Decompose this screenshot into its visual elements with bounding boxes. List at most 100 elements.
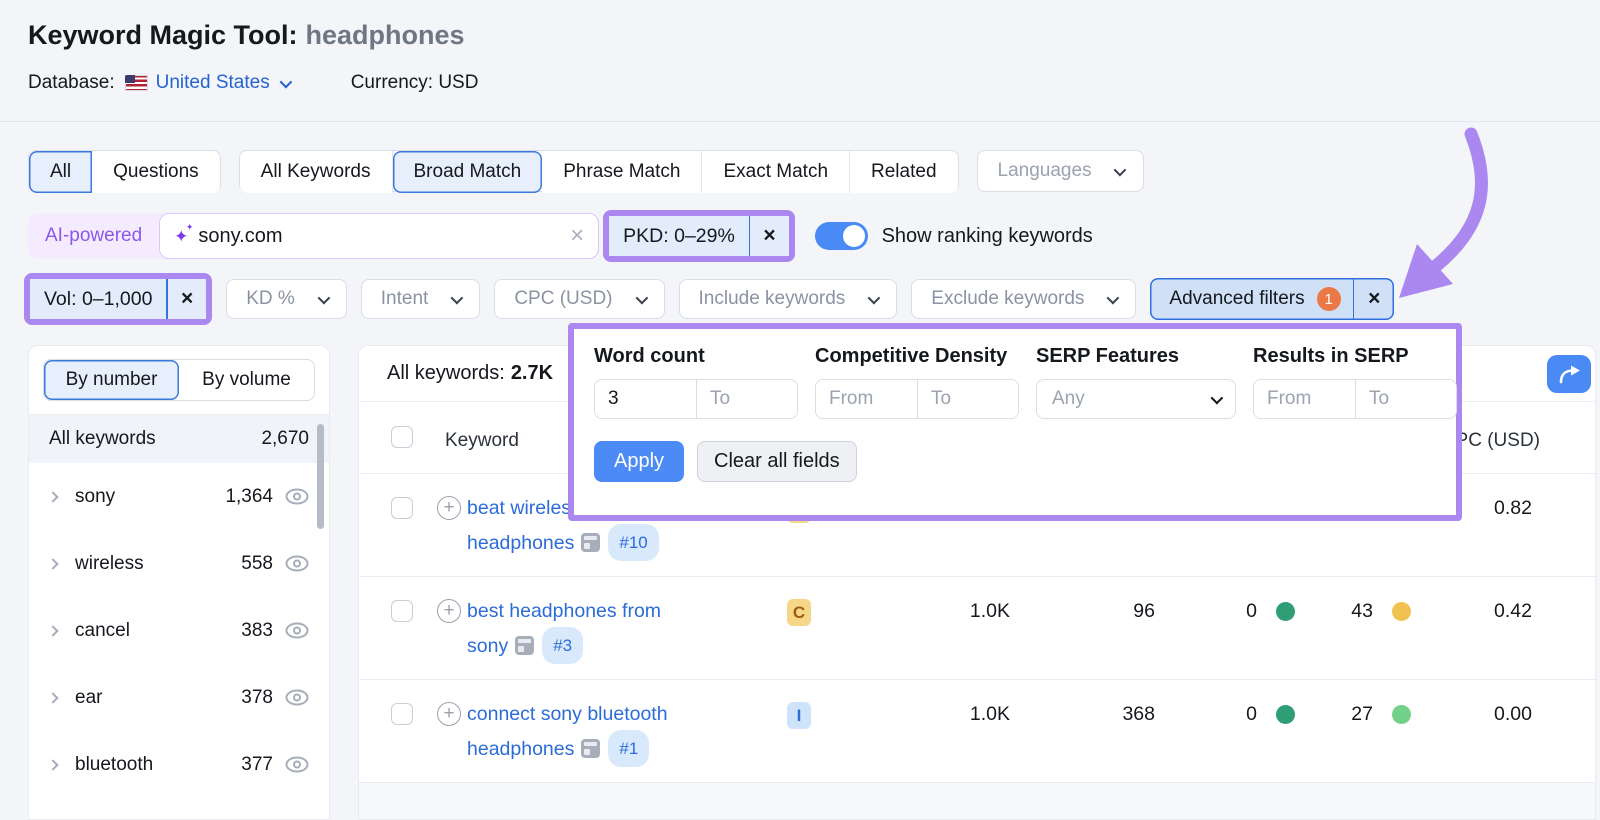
- panel-fields: Word count Competitive Density SERP Feat…: [594, 345, 1436, 419]
- panel-actions: Apply Clear all fields: [594, 441, 1436, 482]
- volume-value: 1.0K: [970, 703, 1010, 726]
- chevron-down-icon: [451, 291, 464, 304]
- database-select[interactable]: United States: [156, 72, 289, 94]
- column-header-keyword: Keyword: [445, 430, 519, 452]
- group-label: ear: [75, 687, 241, 709]
- serp-features-select[interactable]: Any: [1036, 379, 1236, 419]
- serp-features-label: SERP Features: [1036, 345, 1236, 368]
- tab-broad-match[interactable]: Broad Match: [393, 151, 543, 193]
- tab-all-keywords[interactable]: All Keywords: [240, 151, 393, 193]
- group-label: cancel: [75, 620, 241, 642]
- us-flag-icon: [125, 75, 148, 91]
- pkd-filter-chip: PKD: 0–29% ×: [609, 216, 788, 256]
- word-count-from-input[interactable]: [595, 380, 696, 418]
- cpc-filter-label: CPC (USD): [514, 288, 612, 310]
- group-item-wireless[interactable]: wireless 558: [29, 530, 329, 597]
- sidebar-scrollbar[interactable]: [317, 424, 324, 529]
- chevron-down-icon: [868, 291, 881, 304]
- kd-value: 27: [1351, 703, 1373, 726]
- tab-questions[interactable]: Questions: [92, 151, 220, 193]
- tab-all[interactable]: All: [29, 151, 92, 193]
- status-dot: [1276, 705, 1295, 724]
- tab-broad-match-label: Broad Match: [414, 161, 522, 183]
- keyword-link[interactable]: connect sony bluetooth headphones#1: [467, 699, 685, 767]
- tab-exact-match[interactable]: Exact Match: [702, 151, 850, 193]
- database-value: United States: [156, 72, 270, 94]
- group-count: 377: [241, 754, 273, 776]
- scope-tab-group: All Questions: [28, 150, 221, 192]
- group-item-bluetooth[interactable]: bluetooth 377: [29, 731, 329, 798]
- eye-icon[interactable]: [285, 756, 309, 773]
- keyword-link[interactable]: best headphones from sony#3: [467, 596, 685, 664]
- header-divider: [0, 121, 1600, 122]
- results-to-input[interactable]: [1355, 380, 1456, 418]
- clear-all-fields-button[interactable]: Clear all fields: [697, 441, 857, 482]
- row-checkbox[interactable]: [391, 703, 413, 725]
- clear-advanced-filters-icon[interactable]: ×: [1354, 287, 1394, 311]
- group-item-sony[interactable]: sony 1,364: [29, 463, 329, 530]
- group-item-cancel[interactable]: cancel 383: [29, 597, 329, 664]
- group-item-ear[interactable]: ear 378: [29, 664, 329, 731]
- cpc-filter-dropdown[interactable]: CPC (USD): [494, 279, 664, 319]
- tab-by-number[interactable]: By number: [44, 360, 179, 400]
- sparkles-icon: ✦: [174, 228, 188, 245]
- eye-icon[interactable]: [285, 488, 309, 505]
- serp-preview-icon[interactable]: [581, 739, 600, 758]
- intent-badge: C: [787, 599, 811, 626]
- tab-phrase-match[interactable]: Phrase Match: [542, 151, 702, 193]
- toggle-knob: [843, 225, 865, 247]
- row-checkbox[interactable]: [391, 497, 413, 519]
- volume-value: 1.0K: [970, 600, 1010, 623]
- remove-pkd-filter-icon[interactable]: ×: [750, 224, 788, 248]
- eye-icon[interactable]: [285, 555, 309, 572]
- summary-label: All keywords:: [387, 362, 505, 385]
- cd-from-input[interactable]: [816, 380, 917, 418]
- serp-preview-icon[interactable]: [581, 533, 600, 552]
- kd-dot: [1392, 705, 1411, 724]
- competitive-density-label: Competitive Density: [815, 345, 1019, 368]
- eye-icon[interactable]: [285, 689, 309, 706]
- word-count-to-input[interactable]: [696, 380, 797, 418]
- languages-label: Languages: [998, 160, 1092, 182]
- exclude-keywords-dropdown[interactable]: Exclude keywords: [911, 279, 1136, 319]
- group-count: 383: [241, 620, 273, 642]
- remove-vol-filter-icon[interactable]: ×: [168, 287, 206, 311]
- vol-chip-annotation: Vol: 0–1,000 ×: [24, 273, 212, 325]
- summary-value: 2.7K: [511, 362, 553, 385]
- advanced-filters-button[interactable]: Advanced filters 1 ×: [1150, 278, 1394, 320]
- eye-icon[interactable]: [285, 622, 309, 639]
- pkd-chip-label: PKD: 0–29%: [609, 225, 749, 248]
- show-ranking-toggle[interactable]: [815, 222, 868, 250]
- include-keywords-label: Include keywords: [699, 288, 846, 310]
- chevron-right-icon: [47, 625, 58, 636]
- search-row: AI-powered ✦ × PKD: 0–29% × Show ranking…: [28, 210, 1093, 262]
- add-to-list-icon[interactable]: +: [437, 496, 461, 520]
- cd-to-input[interactable]: [917, 380, 1018, 418]
- all-keywords-row[interactable]: All keywords 2,670: [29, 415, 329, 463]
- languages-dropdown[interactable]: Languages: [977, 150, 1144, 192]
- apply-button[interactable]: Apply: [594, 441, 684, 482]
- search-input-wrap: ✦ ×: [159, 213, 599, 259]
- add-to-list-icon[interactable]: +: [437, 702, 461, 726]
- add-to-list-icon[interactable]: +: [437, 599, 461, 623]
- select-all-checkbox[interactable]: [391, 426, 413, 448]
- ai-powered-label: AI-powered: [28, 213, 159, 259]
- chevron-down-icon: [317, 291, 330, 304]
- tab-related[interactable]: Related: [850, 151, 958, 193]
- sidebar-sort-tabs: By number By volume: [43, 359, 315, 401]
- tab-by-volume[interactable]: By volume: [179, 360, 314, 400]
- results-from-input[interactable]: [1254, 380, 1355, 418]
- currency-label: Currency: USD: [351, 72, 479, 94]
- tabs-row: All Questions All Keywords Broad Match P…: [28, 150, 1144, 192]
- word-count-label: Word count: [594, 345, 798, 368]
- advanced-filters-count-badge: 1: [1317, 287, 1341, 311]
- row-checkbox[interactable]: [391, 600, 413, 622]
- kd-filter-dropdown[interactable]: KD %: [226, 279, 347, 319]
- results-in-serp-label: Results in SERP: [1253, 345, 1457, 368]
- include-keywords-dropdown[interactable]: Include keywords: [679, 279, 898, 319]
- serp-preview-icon[interactable]: [515, 636, 534, 655]
- clear-search-icon[interactable]: ×: [570, 222, 584, 250]
- export-button[interactable]: [1547, 355, 1591, 393]
- search-input[interactable]: [198, 225, 570, 248]
- intent-filter-dropdown[interactable]: Intent: [361, 279, 481, 319]
